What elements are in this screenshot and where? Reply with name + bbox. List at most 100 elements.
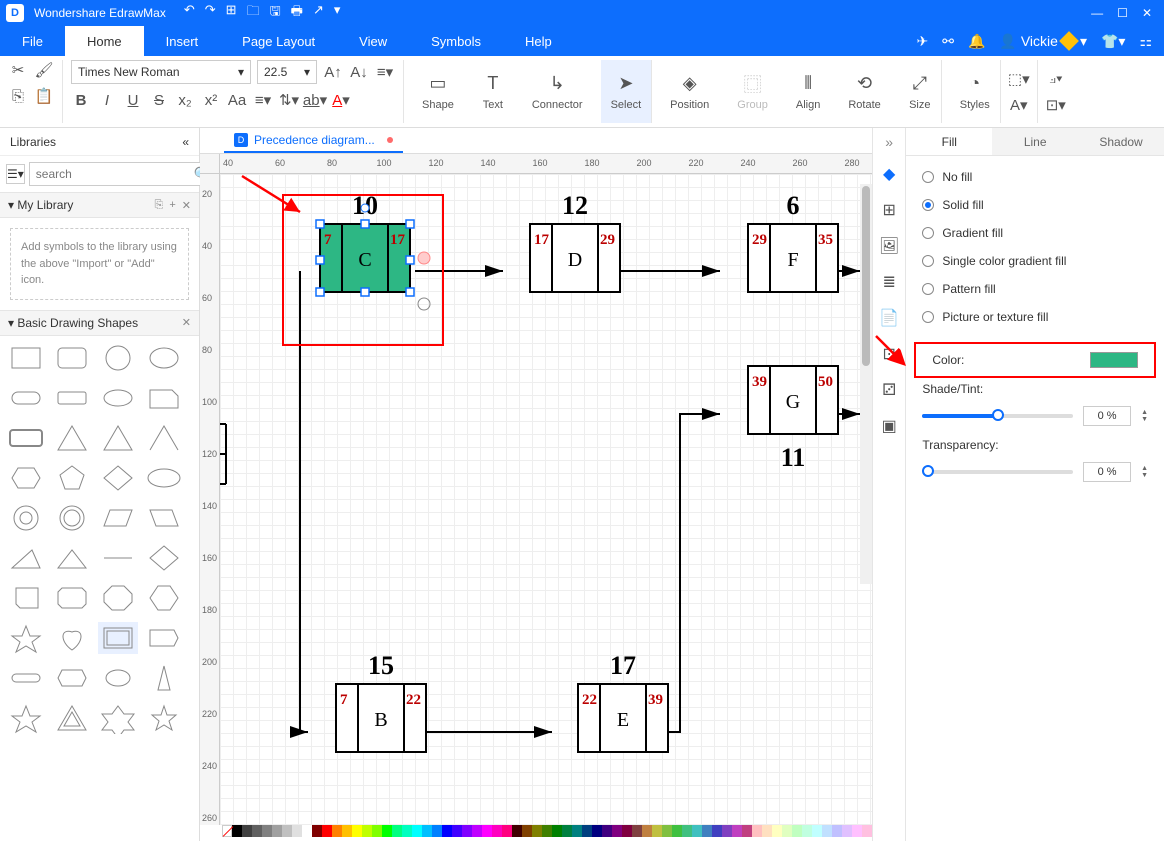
palette-swatch[interactable]: [452, 825, 462, 837]
send-back-icon[interactable]: A▾: [1009, 95, 1029, 115]
export-icon[interactable]: ↗: [313, 2, 324, 24]
fill-option-picture-or-texture-fill[interactable]: Picture or texture fill: [922, 310, 1148, 324]
undo-icon[interactable]: ↶: [184, 2, 195, 24]
canvas[interactable]: C10717D121729F62935G113950B15722E172239: [220, 174, 872, 825]
palette-swatch[interactable]: [432, 825, 442, 837]
shape-37[interactable]: [52, 702, 92, 734]
palette-swatch[interactable]: [422, 825, 432, 837]
layers-panel-icon[interactable]: ≣: [879, 272, 899, 292]
palette-swatch[interactable]: [752, 825, 762, 837]
menu-view[interactable]: View: [337, 26, 409, 56]
palette-swatch[interactable]: [582, 825, 592, 837]
text-tool[interactable]: TText: [472, 60, 514, 123]
shape-39[interactable]: [144, 702, 184, 734]
fill-option-gradient-fill[interactable]: Gradient fill: [922, 226, 1148, 240]
palette-swatch[interactable]: [572, 825, 582, 837]
menu-home[interactable]: Home: [65, 26, 144, 56]
shape-38[interactable]: [98, 702, 138, 734]
palette-swatch[interactable]: [532, 825, 542, 837]
font-color-icon[interactable]: A▾: [331, 90, 351, 110]
palette-swatch[interactable]: [822, 825, 832, 837]
palette-swatch[interactable]: [382, 825, 392, 837]
shape-7[interactable]: [144, 382, 184, 414]
shape-26[interactable]: [98, 582, 138, 614]
palette-swatch[interactable]: [312, 825, 322, 837]
shape-33[interactable]: [52, 662, 92, 694]
palette-swatch[interactable]: [612, 825, 622, 837]
position-tool[interactable]: ◈Position: [660, 60, 719, 123]
open-icon[interactable]: 🗀: [247, 2, 260, 24]
cut-icon[interactable]: ✂: [8, 60, 28, 80]
menu-page-layout[interactable]: Page Layout: [220, 26, 337, 56]
align-icon[interactable]: ≡▾: [375, 62, 395, 82]
fill-option-single-color-gradient-fill[interactable]: Single color gradient fill: [922, 254, 1148, 268]
bell-icon[interactable]: 🔔: [968, 33, 985, 50]
palette-swatch[interactable]: [332, 825, 342, 837]
shape-9[interactable]: [52, 422, 92, 454]
import-icon[interactable]: ⎘: [155, 199, 164, 212]
palette-swatch[interactable]: [732, 825, 742, 837]
palette-swatch[interactable]: [322, 825, 332, 837]
palette-swatch[interactable]: [602, 825, 612, 837]
palette-swatch[interactable]: [622, 825, 632, 837]
palette-swatch[interactable]: [352, 825, 362, 837]
user-menu[interactable]: 👤 Vickie ▾: [999, 33, 1087, 50]
shape-31[interactable]: [144, 622, 184, 654]
palette-swatch[interactable]: [252, 825, 262, 837]
palette-swatch[interactable]: [462, 825, 472, 837]
palette-swatch[interactable]: [522, 825, 532, 837]
palette-swatch[interactable]: [342, 825, 352, 837]
randomize-panel-icon[interactable]: ⚂: [879, 380, 899, 400]
send-icon[interactable]: ✈: [917, 33, 929, 50]
shape-23[interactable]: [144, 542, 184, 574]
palette-swatch[interactable]: [402, 825, 412, 837]
rotate-tool[interactable]: ⟲Rotate: [838, 60, 890, 123]
palette-swatch[interactable]: [542, 825, 552, 837]
shade-slider[interactable]: [922, 414, 1073, 418]
palette-swatch[interactable]: [692, 825, 702, 837]
align-tool[interactable]: ⫴Align: [786, 60, 830, 123]
copy-icon[interactable]: ⎘: [8, 86, 28, 106]
shape-12[interactable]: [6, 462, 46, 494]
group-tool[interactable]: ⿴Group: [727, 60, 778, 123]
bring-front-icon[interactable]: ⬚▾: [1009, 69, 1029, 89]
shape-32[interactable]: [6, 662, 46, 694]
shape-36[interactable]: [6, 702, 46, 734]
palette-swatch[interactable]: [282, 825, 292, 837]
case-icon[interactable]: Aa: [227, 90, 247, 110]
palette-swatch[interactable]: [652, 825, 662, 837]
palette-swatch[interactable]: [562, 825, 572, 837]
shape-30[interactable]: [98, 622, 138, 654]
expand-icon[interactable]: »: [885, 134, 893, 150]
styles-tool[interactable]: ◔Styles: [950, 60, 1001, 123]
font-size-select[interactable]: 22.5▾: [257, 60, 317, 84]
palette-swatch[interactable]: [392, 825, 402, 837]
shape-0[interactable]: [6, 342, 46, 374]
palette-swatch[interactable]: [492, 825, 502, 837]
palette-swatch[interactable]: [722, 825, 732, 837]
collapse-left-icon[interactable]: «: [182, 135, 189, 149]
color-picker[interactable]: [1090, 352, 1138, 368]
shape-34[interactable]: [98, 662, 138, 694]
shape-8[interactable]: [6, 422, 46, 454]
shape-5[interactable]: [52, 382, 92, 414]
shape-2[interactable]: [98, 342, 138, 374]
strike-icon[interactable]: S: [149, 90, 169, 110]
font-select[interactable]: Times New Roman▾: [71, 60, 251, 84]
shape-14[interactable]: [98, 462, 138, 494]
present-panel-icon[interactable]: ▣: [879, 416, 899, 436]
palette-swatch[interactable]: [482, 825, 492, 837]
palette-swatch[interactable]: [302, 825, 312, 837]
palette-swatch[interactable]: [792, 825, 802, 837]
palette-swatch[interactable]: [702, 825, 712, 837]
palette-swatch[interactable]: [842, 825, 852, 837]
basic-shapes-header[interactable]: ▾ Basic Drawing Shapes ✕: [0, 310, 199, 336]
palette-swatch[interactable]: [262, 825, 272, 837]
shape-3[interactable]: [144, 342, 184, 374]
subscript-icon[interactable]: x₂: [175, 90, 195, 110]
search-input[interactable]: [29, 162, 216, 186]
shape-22[interactable]: [98, 542, 138, 574]
shape-10[interactable]: [98, 422, 138, 454]
shape-1[interactable]: [52, 342, 92, 374]
shape-20[interactable]: [6, 542, 46, 574]
